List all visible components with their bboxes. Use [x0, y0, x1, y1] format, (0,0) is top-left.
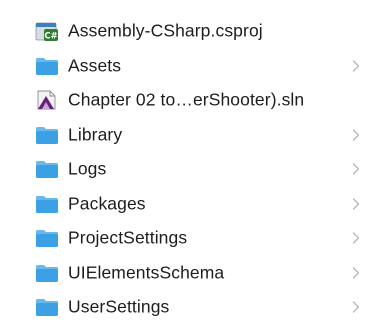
file-name: Assembly-CSharp.csproj	[68, 20, 263, 41]
list-item-usersettings[interactable]: UserSettings	[0, 290, 380, 325]
folder-name: UIElementsSchema	[68, 262, 225, 283]
chevron-right-icon[interactable]	[352, 301, 360, 313]
folder-name: Packages	[68, 193, 146, 214]
folder-icon	[36, 57, 58, 75]
folder-name: Logs	[68, 158, 107, 179]
folder-icon	[36, 195, 58, 213]
folder-name: ProjectSettings	[68, 227, 188, 248]
list-item-chapter-sln[interactable]: Chapter 02 to…erShooter).sln	[0, 83, 380, 118]
folder-icon	[36, 230, 58, 248]
list-item-logs[interactable]: Logs	[0, 152, 380, 187]
file-name: Chapter 02 to…erShooter).sln	[68, 89, 305, 110]
sln-file-icon	[37, 90, 56, 110]
folder-name: UserSettings	[68, 296, 170, 317]
chevron-right-icon[interactable]	[352, 198, 360, 210]
chevron-right-icon[interactable]	[352, 163, 360, 175]
folder-icon	[36, 161, 58, 179]
finder-file-list: C# Assembly-CSharp.csproj Assets Chapter…	[0, 14, 380, 325]
chevron-right-icon[interactable]	[352, 232, 360, 244]
list-item-uielementsschema[interactable]: UIElementsSchema	[0, 256, 380, 291]
csproj-file-icon: C#	[35, 22, 58, 42]
svg-text:C#: C#	[44, 32, 57, 42]
list-item-projectsettings[interactable]: ProjectSettings	[0, 221, 380, 256]
list-item-assembly-csharp-csproj[interactable]: C# Assembly-CSharp.csproj	[0, 14, 380, 49]
folder-icon	[36, 264, 58, 282]
folder-icon	[36, 299, 58, 317]
chevron-right-icon[interactable]	[352, 267, 360, 279]
list-item-assets[interactable]: Assets	[0, 49, 380, 84]
list-item-library[interactable]: Library	[0, 118, 380, 153]
folder-name: Library	[68, 124, 123, 145]
chevron-right-icon[interactable]	[352, 60, 360, 72]
folder-icon	[36, 126, 58, 144]
chevron-right-icon[interactable]	[352, 129, 360, 141]
folder-name: Assets	[68, 55, 122, 76]
list-item-packages[interactable]: Packages	[0, 187, 380, 222]
